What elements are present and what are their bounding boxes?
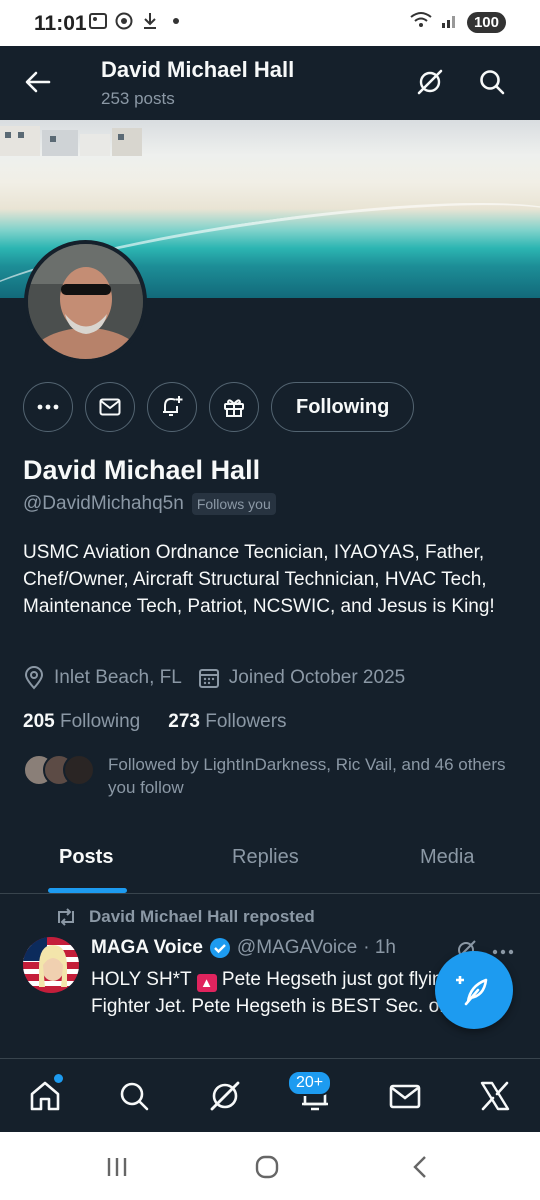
followed-by-row[interactable]: Followed by LightInDarkness, Ric Vail, a… (23, 752, 506, 797)
back-arrow-icon[interactable] (22, 66, 54, 98)
download-icon (140, 10, 160, 32)
grok-icon[interactable] (206, 1077, 244, 1115)
verified-badge-icon (209, 938, 230, 958)
profile-name: David Michael Hall (23, 455, 261, 485)
followers-count: 273 (168, 711, 200, 732)
notify-button[interactable] (147, 382, 197, 432)
profile-stats: 205 Following 273 Followers (23, 711, 287, 733)
repost-icon (58, 908, 74, 926)
post-text-part1: HOLY SH*T (91, 969, 192, 990)
bell-plus-icon (163, 396, 183, 416)
following-count: 205 (23, 711, 55, 732)
following-stat[interactable]: 205 Following (23, 711, 140, 733)
repost-label: David Michael Hall reposted (89, 907, 315, 926)
messages-icon[interactable] (386, 1077, 424, 1115)
home-circle-icon[interactable] (254, 1154, 280, 1185)
handle-row: @DavidMichahq5n Follows you (23, 493, 276, 515)
more-dots-icon (492, 949, 514, 955)
followed-by-avatars (23, 752, 95, 786)
profile-joined: Joined October 2025 (228, 667, 406, 688)
feather-plus-icon (456, 976, 488, 1006)
x-icon[interactable] (476, 1077, 514, 1115)
back-chevron-icon[interactable] (408, 1154, 434, 1185)
search-icon[interactable] (476, 66, 508, 98)
calendar-icon (198, 669, 219, 688)
wifi-icon (409, 10, 433, 35)
bottom-navigation: 20+ (0, 1058, 540, 1132)
location-icon (24, 666, 44, 690)
tab-media[interactable]: Media (420, 846, 474, 869)
following-button[interactable]: Following (271, 382, 415, 432)
followed-by-text: Followed by LightInDarkness, Ric Vail, a… (108, 755, 506, 797)
repost-indicator: David Michael Hall reposted (55, 907, 315, 927)
signal-icon (441, 11, 459, 34)
recent-apps-icon[interactable] (104, 1154, 130, 1185)
post-header: MAGA Voice @MAGAVoice · 1h (91, 937, 396, 959)
message-button[interactable] (85, 382, 135, 432)
top-bar-post-count: 253 posts (101, 89, 175, 108)
profile-location: Inlet Beach, FL (54, 667, 182, 688)
dot-icon (166, 10, 186, 32)
profile-bio: USMC Aviation Ordnance Tecnician, IYAOYA… (23, 542, 495, 617)
followers-label: Followers (205, 711, 287, 732)
mail-icon (99, 398, 121, 416)
mini-avatar (63, 754, 95, 786)
followers-stat[interactable]: 273 Followers (168, 711, 286, 733)
grok-icon[interactable] (414, 66, 446, 98)
tab-replies[interactable]: Replies (232, 846, 299, 869)
battery-indicator: 100 (466, 12, 506, 33)
profile-handle: @DavidMichahq5n (23, 493, 184, 514)
post-author-avatar[interactable] (23, 937, 79, 993)
home-new-content-dot (54, 1074, 63, 1083)
system-navigation (0, 1132, 540, 1200)
search-icon[interactable] (115, 1077, 153, 1115)
profile-meta: Inlet Beach, FL Joined October 2025 (23, 666, 421, 690)
siren-emoji-icon: ▲ (196, 974, 217, 992)
tab-posts[interactable]: Posts (59, 846, 113, 869)
post-time: · 1h (363, 937, 396, 958)
gift-button[interactable] (209, 382, 259, 432)
status-time: 11:01 (34, 12, 87, 35)
gift-icon (224, 399, 244, 417)
active-tab-indicator (48, 888, 127, 893)
banner-houses (0, 126, 142, 156)
profile-top-bar: David Michael Hall 253 posts (0, 46, 540, 120)
notification-badge: 20+ (287, 1070, 333, 1096)
following-label: Following (59, 711, 141, 732)
more-dots-icon (37, 404, 59, 410)
status-bar: 11:01 100 (0, 0, 540, 46)
compose-post-button[interactable] (435, 951, 513, 1029)
top-bar-name: David Michael Hall (101, 57, 295, 82)
post-author-name[interactable]: MAGA Voice (91, 937, 203, 959)
follows-you-badge: Follows you (191, 493, 276, 515)
profile-tabs: Posts Replies Media (0, 828, 540, 894)
more-options-button[interactable] (23, 382, 73, 432)
whatsapp-icon (114, 10, 134, 32)
post-author-handle: @MAGAVoice (236, 937, 358, 958)
profile-actions: Following (23, 382, 415, 432)
gallery-icon (88, 10, 108, 32)
profile-avatar[interactable] (24, 240, 147, 363)
